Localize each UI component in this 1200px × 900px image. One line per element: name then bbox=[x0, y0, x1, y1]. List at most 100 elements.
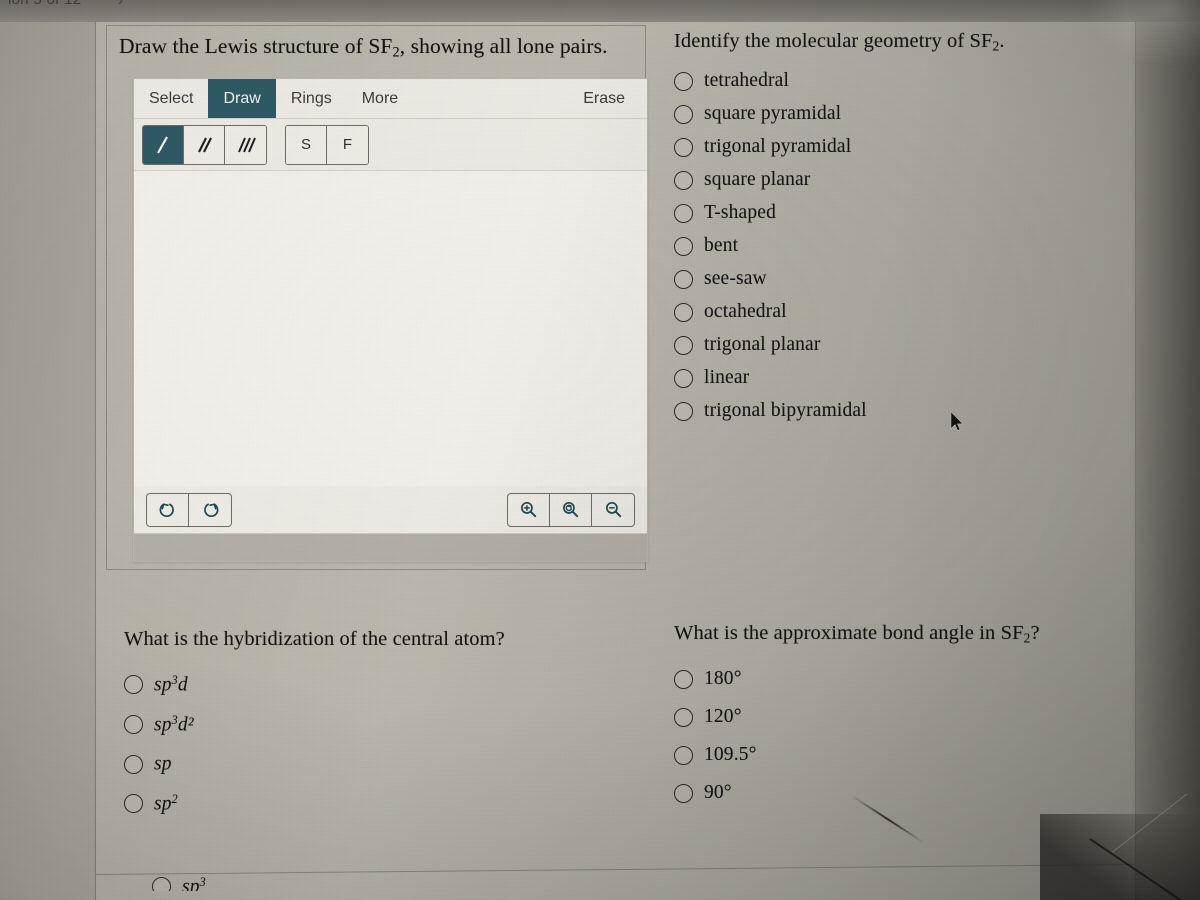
geometry-option-see-saw[interactable]: see-saw bbox=[674, 268, 1124, 290]
menu-label: More bbox=[361, 89, 399, 107]
radio-icon[interactable] bbox=[124, 714, 143, 734]
hybridization-option-sp2[interactable]: sp2 bbox=[124, 792, 554, 816]
radio-icon[interactable] bbox=[674, 335, 693, 355]
hybridization-option-sp3d[interactable]: sp3d bbox=[124, 673, 554, 697]
option-tail: d bbox=[177, 674, 188, 696]
element-fluorine-tool[interactable]: F bbox=[327, 125, 368, 164]
option-label: see-saw bbox=[704, 268, 767, 290]
sketcher-menu-more[interactable]: More bbox=[347, 79, 413, 118]
option-label: 180° bbox=[704, 668, 742, 690]
option-label: sp3d bbox=[154, 673, 188, 697]
option-label: bent bbox=[704, 235, 739, 257]
option-label: linear bbox=[704, 367, 750, 389]
sketcher-controls bbox=[134, 486, 647, 533]
radio-icon[interactable] bbox=[152, 877, 171, 891]
option-superscript: 3 bbox=[199, 875, 206, 889]
radio-icon[interactable] bbox=[124, 794, 143, 814]
undo-button[interactable] bbox=[147, 493, 189, 526]
radio-icon[interactable] bbox=[674, 104, 693, 124]
menu-label: Rings bbox=[290, 89, 332, 107]
bond-angle-prompt-suffix: ? bbox=[1030, 622, 1040, 644]
element-label: S bbox=[300, 136, 311, 153]
hybridization-option-sp3[interactable]: sp3 bbox=[152, 875, 452, 891]
bottom-question-row: What is the hybridization of the central… bbox=[96, 600, 1135, 891]
radio-icon[interactable] bbox=[674, 137, 693, 157]
sketcher-statusbar bbox=[134, 533, 647, 561]
geometry-option-square-pyramidal[interactable]: square pyramidal bbox=[674, 103, 1124, 125]
radio-icon[interactable] bbox=[124, 675, 143, 695]
radio-icon[interactable] bbox=[674, 745, 693, 765]
geometry-option-trigonal-bipyramidal[interactable]: trigonal bipyramidal bbox=[674, 400, 1124, 422]
option-label: T-shaped bbox=[704, 202, 776, 224]
double-bond-tool[interactable] bbox=[184, 125, 225, 164]
sketcher-toolbar: S F bbox=[134, 119, 647, 171]
redo-button[interactable] bbox=[189, 494, 231, 526]
lewis-prompt-subscript: 2 bbox=[392, 44, 400, 61]
triple-bond-tool[interactable] bbox=[225, 125, 266, 164]
sketcher-menu-rings[interactable]: Rings bbox=[276, 79, 347, 118]
option-label: sp3 bbox=[182, 875, 206, 891]
option-label: trigonal planar bbox=[704, 334, 821, 356]
single-bond-icon bbox=[157, 135, 168, 154]
menubar-spacer bbox=[413, 79, 568, 118]
zoom-in-button[interactable] bbox=[508, 493, 550, 526]
option-label: 90° bbox=[704, 782, 732, 804]
bond-angle-option-90[interactable]: 90° bbox=[674, 782, 1104, 804]
geometry-option-bent[interactable]: bent bbox=[674, 235, 1124, 257]
hybridization-option-sp3d2[interactable]: sp3d² bbox=[124, 713, 554, 737]
hybridization-option-sp3-cutoff[interactable]: sp3 bbox=[152, 875, 452, 891]
radio-icon[interactable] bbox=[124, 754, 143, 774]
option-base: sp bbox=[154, 793, 172, 815]
bond-angle-prompt: What is the approximate bond angle in SF… bbox=[674, 622, 1104, 646]
option-base: sp bbox=[182, 876, 200, 891]
radio-icon[interactable] bbox=[674, 302, 693, 322]
zoom-out-button[interactable] bbox=[592, 494, 634, 526]
bond-angle-question: What is the approximate bond angle in SF… bbox=[674, 622, 1104, 820]
next-question-chevron-icon[interactable]: › bbox=[118, 0, 123, 9]
sketcher-menu-select[interactable]: Select bbox=[134, 79, 208, 118]
hybridization-prompt: What is the hybridization of the central… bbox=[124, 628, 505, 650]
sketcher-drawing-canvas[interactable] bbox=[134, 171, 647, 486]
bond-angle-option-120[interactable]: 120° bbox=[674, 706, 1104, 728]
content-right-rule bbox=[1135, 22, 1136, 900]
radio-icon[interactable] bbox=[674, 783, 693, 803]
geometry-option-t-shaped[interactable]: T-shaped bbox=[674, 202, 1124, 224]
sketcher-menu-draw[interactable]: Draw bbox=[208, 79, 276, 118]
single-bond-tool[interactable] bbox=[143, 125, 184, 164]
option-label: square pyramidal bbox=[704, 103, 842, 125]
zoom-reset-button[interactable] bbox=[550, 493, 592, 526]
radio-icon[interactable] bbox=[674, 707, 693, 727]
radio-icon[interactable] bbox=[674, 236, 693, 256]
geometry-option-square-planar[interactable]: square planar bbox=[674, 169, 1124, 191]
sketcher-menubar: Select Draw Rings More Erase bbox=[134, 79, 647, 119]
bond-angle-option-109-5[interactable]: 109.5° bbox=[674, 744, 1104, 766]
radio-icon[interactable] bbox=[674, 203, 693, 223]
lewis-prompt-prefix: Draw the Lewis structure of SF bbox=[119, 34, 393, 58]
radio-icon[interactable] bbox=[674, 669, 693, 689]
geometry-option-linear[interactable]: linear bbox=[674, 367, 1124, 389]
radio-icon[interactable] bbox=[674, 269, 693, 289]
lewis-structure-question: Draw the Lewis structure of SF2, showing… bbox=[106, 25, 648, 570]
option-label: octahedral bbox=[704, 301, 787, 323]
menu-label: Draw bbox=[223, 89, 261, 107]
radio-icon[interactable] bbox=[674, 401, 693, 421]
bond-angle-option-180[interactable]: 180° bbox=[674, 668, 1104, 690]
option-base: sp bbox=[154, 674, 172, 696]
molecular-sketcher[interactable]: Select Draw Rings More Erase S F bbox=[133, 78, 648, 562]
radio-icon[interactable] bbox=[674, 71, 693, 91]
hybridization-option-sp[interactable]: sp bbox=[124, 752, 554, 776]
radio-icon[interactable] bbox=[674, 368, 693, 388]
radio-icon[interactable] bbox=[674, 170, 693, 190]
geometry-option-tetrahedral[interactable]: tetrahedral bbox=[674, 70, 1124, 92]
geometry-option-octahedral[interactable]: octahedral bbox=[674, 301, 1124, 323]
lewis-prompt-suffix: , showing all lone pairs. bbox=[399, 34, 608, 58]
sketcher-menu-erase[interactable]: Erase bbox=[568, 79, 647, 118]
option-tail: d² bbox=[177, 714, 194, 736]
option-label: tetrahedral bbox=[704, 70, 790, 92]
geometry-option-trigonal-planar[interactable]: trigonal planar bbox=[674, 334, 1124, 356]
bond-angle-prompt-prefix: What is the approximate bond angle in SF bbox=[674, 622, 1024, 644]
option-label: 109.5° bbox=[704, 744, 757, 766]
geometry-option-trigonal-pyramidal[interactable]: trigonal pyramidal bbox=[674, 136, 1124, 158]
element-sulfur-tool[interactable]: S bbox=[286, 125, 327, 164]
geometry-prompt-prefix: Identify the molecular geometry of SF bbox=[674, 30, 993, 52]
